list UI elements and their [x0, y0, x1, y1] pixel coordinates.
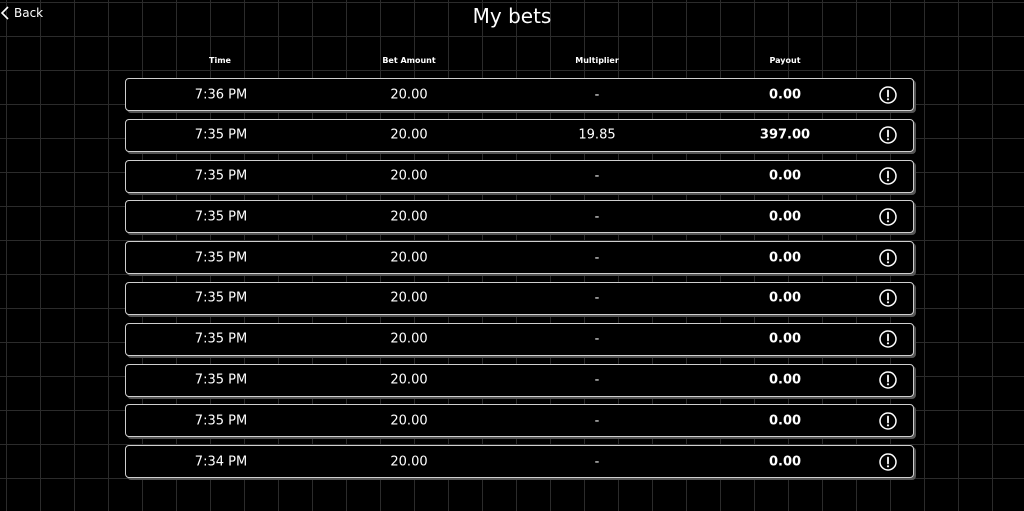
bet-amount: 20.00: [390, 454, 428, 470]
info-circle-icon[interactable]: [879, 85, 897, 104]
column-header-multiplier: Multiplier: [575, 56, 619, 65]
bet-time: 7:35 PM: [194, 413, 248, 429]
bet-row: 7:35 PM 20.00 - 0.00: [125, 200, 914, 234]
bet-amount: 20.00: [390, 168, 428, 184]
bet-payout: 0.00: [768, 413, 802, 429]
bet-row: 7:35 PM 20.00 - 0.00: [125, 322, 914, 356]
bet-amount: 20.00: [390, 127, 428, 143]
info-circle-icon[interactable]: [879, 452, 897, 471]
bet-time: 7:34 PM: [194, 454, 248, 470]
bet-payout: 0.00: [768, 331, 802, 347]
bet-time: 7:35 PM: [194, 331, 248, 347]
table-header: Time Bet Amount Multiplier Payout: [126, 56, 914, 68]
bet-time: 7:35 PM: [194, 290, 248, 306]
bet-amount: 20.00: [390, 413, 428, 429]
bet-time: 7:36 PM: [194, 87, 248, 102]
bet-row: 7:35 PM 20.00 - 0.00: [125, 404, 914, 438]
bet-time: 7:35 PM: [194, 372, 248, 388]
bet-time: 7:35 PM: [194, 250, 248, 266]
info-circle-icon[interactable]: [879, 248, 897, 267]
bet-multiplier: -: [594, 209, 600, 225]
bets-table: 7:36 PM 20.00 - 0.00 7:35 PM 20.00 19.85…: [125, 78, 914, 486]
bet-multiplier: -: [594, 372, 600, 388]
bet-multiplier: -: [594, 168, 600, 184]
bet-payout: 0.00: [768, 290, 802, 306]
bet-row: 7:35 PM 20.00 - 0.00: [125, 281, 914, 315]
bet-multiplier: -: [594, 331, 600, 347]
bet-time: 7:35 PM: [194, 168, 248, 184]
bet-time: 7:35 PM: [194, 127, 248, 143]
bet-amount: 20.00: [390, 290, 428, 306]
bet-multiplier: -: [594, 413, 600, 429]
info-circle-icon[interactable]: [879, 412, 897, 430]
bet-row: 7:35 PM 20.00 - 0.00: [125, 159, 914, 193]
bet-amount: 20.00: [390, 250, 428, 266]
info-circle-icon[interactable]: [879, 208, 897, 226]
info-circle-icon[interactable]: [879, 167, 897, 185]
bet-amount: 20.00: [390, 372, 428, 388]
bet-amount: 20.00: [390, 87, 428, 102]
bet-multiplier: 19.85: [578, 127, 616, 143]
column-header-bet-amount: Bet Amount: [382, 56, 436, 65]
bet-row: 7:34 PM 20.00 - 0.00: [125, 445, 914, 479]
bet-row: 7:36 PM 20.00 - 0.00: [125, 78, 914, 111]
bet-payout: 0.00: [768, 87, 802, 102]
bet-multiplier: -: [594, 250, 600, 266]
bet-amount: 20.00: [390, 331, 428, 347]
bet-payout: 0.00: [768, 372, 802, 388]
bet-payout: 397.00: [759, 127, 811, 143]
column-header-time: Time: [209, 56, 231, 65]
column-header-payout: Payout: [769, 56, 801, 65]
bet-payout: 0.00: [768, 168, 802, 184]
bet-amount: 20.00: [390, 209, 428, 225]
bet-multiplier: -: [594, 290, 600, 306]
bet-payout: 0.00: [768, 209, 802, 225]
bet-row: 7:35 PM 20.00 - 0.00: [125, 241, 914, 275]
bet-row: 7:35 PM 20.00 - 0.00: [125, 363, 914, 397]
info-circle-icon[interactable]: [879, 289, 897, 308]
info-circle-icon[interactable]: [879, 371, 897, 389]
page-title: My bets: [472, 4, 552, 28]
bet-multiplier: -: [594, 454, 600, 470]
bet-payout: 0.00: [768, 454, 802, 470]
bet-payout: 0.00: [768, 250, 802, 266]
info-circle-icon[interactable]: [879, 126, 897, 145]
bet-row: 7:35 PM 20.00 19.85 397.00: [125, 118, 914, 152]
bet-time: 7:35 PM: [194, 209, 248, 225]
info-circle-icon[interactable]: [879, 330, 897, 349]
bet-multiplier: -: [594, 87, 600, 102]
